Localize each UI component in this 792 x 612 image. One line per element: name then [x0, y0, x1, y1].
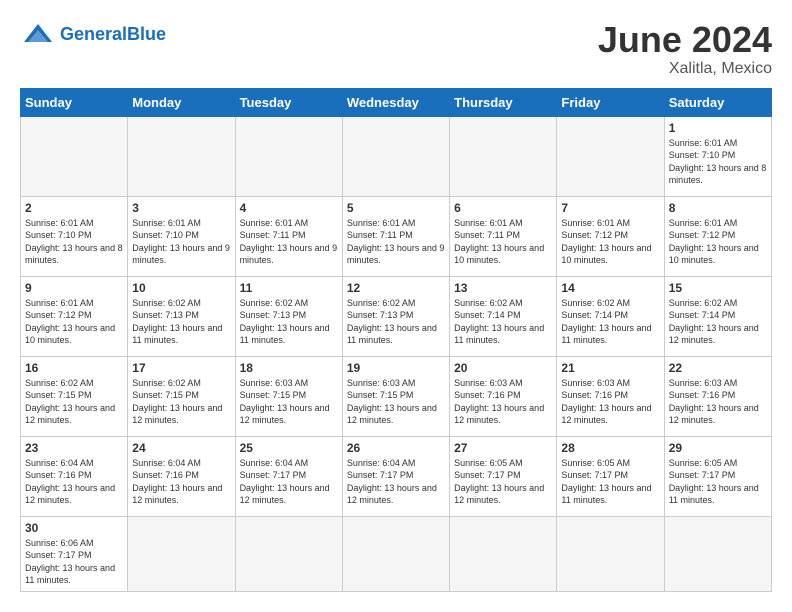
empty-cell	[235, 116, 342, 196]
day-16: 16 Sunrise: 6:02 AMSunset: 7:15 PMDaylig…	[21, 356, 128, 436]
day-23: 23 Sunrise: 6:04 AMSunset: 7:16 PMDaylig…	[21, 436, 128, 516]
day-6: 6 Sunrise: 6:01 AMSunset: 7:11 PMDayligh…	[450, 196, 557, 276]
day-13: 13 Sunrise: 6:02 AMSunset: 7:14 PMDaylig…	[450, 276, 557, 356]
calendar: Sunday Monday Tuesday Wednesday Thursday…	[20, 88, 772, 592]
day-7: 7 Sunrise: 6:01 AMSunset: 7:12 PMDayligh…	[557, 196, 664, 276]
day-14: 14 Sunrise: 6:02 AMSunset: 7:14 PMDaylig…	[557, 276, 664, 356]
calendar-row-2: 2 Sunrise: 6:01 AMSunset: 7:10 PMDayligh…	[21, 196, 772, 276]
day-24: 24 Sunrise: 6:04 AMSunset: 7:16 PMDaylig…	[128, 436, 235, 516]
header-tuesday: Tuesday	[235, 88, 342, 116]
day-12: 12 Sunrise: 6:02 AMSunset: 7:13 PMDaylig…	[342, 276, 449, 356]
day-2: 2 Sunrise: 6:01 AMSunset: 7:10 PMDayligh…	[21, 196, 128, 276]
empty-cell	[664, 516, 771, 591]
logo-icon	[20, 20, 56, 48]
day-17: 17 Sunrise: 6:02 AMSunset: 7:15 PMDaylig…	[128, 356, 235, 436]
empty-cell	[21, 116, 128, 196]
empty-cell	[450, 116, 557, 196]
title-section: June 2024 Xalitla, Mexico	[598, 20, 772, 78]
page-header: GeneralBlue June 2024 Xalitla, Mexico	[20, 20, 772, 78]
empty-cell	[128, 116, 235, 196]
day-29: 29 Sunrise: 6:05 AMSunset: 7:17 PMDaylig…	[664, 436, 771, 516]
day-4: 4 Sunrise: 6:01 AMSunset: 7:11 PMDayligh…	[235, 196, 342, 276]
day-3: 3 Sunrise: 6:01 AMSunset: 7:10 PMDayligh…	[128, 196, 235, 276]
day-25: 25 Sunrise: 6:04 AMSunset: 7:17 PMDaylig…	[235, 436, 342, 516]
day-26: 26 Sunrise: 6:04 AMSunset: 7:17 PMDaylig…	[342, 436, 449, 516]
day-30: 30 Sunrise: 6:06 AMSunset: 7:17 PMDaylig…	[21, 516, 128, 591]
calendar-row-3: 9 Sunrise: 6:01 AMSunset: 7:12 PMDayligh…	[21, 276, 772, 356]
day-28: 28 Sunrise: 6:05 AMSunset: 7:17 PMDaylig…	[557, 436, 664, 516]
day-9: 9 Sunrise: 6:01 AMSunset: 7:12 PMDayligh…	[21, 276, 128, 356]
day-5: 5 Sunrise: 6:01 AMSunset: 7:11 PMDayligh…	[342, 196, 449, 276]
empty-cell	[128, 516, 235, 591]
location-title: Xalitla, Mexico	[598, 60, 772, 78]
calendar-row-1: 1 Sunrise: 6:01 AM Sunset: 7:10 PM Dayli…	[21, 116, 772, 196]
day-15: 15 Sunrise: 6:02 AMSunset: 7:14 PMDaylig…	[664, 276, 771, 356]
header-thursday: Thursday	[450, 88, 557, 116]
day-10: 10 Sunrise: 6:02 AMSunset: 7:13 PMDaylig…	[128, 276, 235, 356]
day-18: 18 Sunrise: 6:03 AMSunset: 7:15 PMDaylig…	[235, 356, 342, 436]
empty-cell	[450, 516, 557, 591]
empty-cell	[235, 516, 342, 591]
logo: GeneralBlue	[20, 20, 166, 48]
header-sunday: Sunday	[21, 88, 128, 116]
day-21: 21 Sunrise: 6:03 AMSunset: 7:16 PMDaylig…	[557, 356, 664, 436]
day-8: 8 Sunrise: 6:01 AMSunset: 7:12 PMDayligh…	[664, 196, 771, 276]
header-wednesday: Wednesday	[342, 88, 449, 116]
header-friday: Friday	[557, 88, 664, 116]
empty-cell	[557, 116, 664, 196]
day-11: 11 Sunrise: 6:02 AMSunset: 7:13 PMDaylig…	[235, 276, 342, 356]
empty-cell	[342, 116, 449, 196]
calendar-row-6: 30 Sunrise: 6:06 AMSunset: 7:17 PMDaylig…	[21, 516, 772, 591]
calendar-row-5: 23 Sunrise: 6:04 AMSunset: 7:16 PMDaylig…	[21, 436, 772, 516]
calendar-row-4: 16 Sunrise: 6:02 AMSunset: 7:15 PMDaylig…	[21, 356, 772, 436]
empty-cell	[342, 516, 449, 591]
day-19: 19 Sunrise: 6:03 AMSunset: 7:15 PMDaylig…	[342, 356, 449, 436]
empty-cell	[557, 516, 664, 591]
day-1: 1 Sunrise: 6:01 AM Sunset: 7:10 PM Dayli…	[664, 116, 771, 196]
day-20: 20 Sunrise: 6:03 AMSunset: 7:16 PMDaylig…	[450, 356, 557, 436]
logo-text: GeneralBlue	[60, 24, 166, 45]
month-title: June 2024	[598, 20, 772, 60]
header-saturday: Saturday	[664, 88, 771, 116]
day-27: 27 Sunrise: 6:05 AMSunset: 7:17 PMDaylig…	[450, 436, 557, 516]
weekday-header-row: Sunday Monday Tuesday Wednesday Thursday…	[21, 88, 772, 116]
day-22: 22 Sunrise: 6:03 AMSunset: 7:16 PMDaylig…	[664, 356, 771, 436]
header-monday: Monday	[128, 88, 235, 116]
